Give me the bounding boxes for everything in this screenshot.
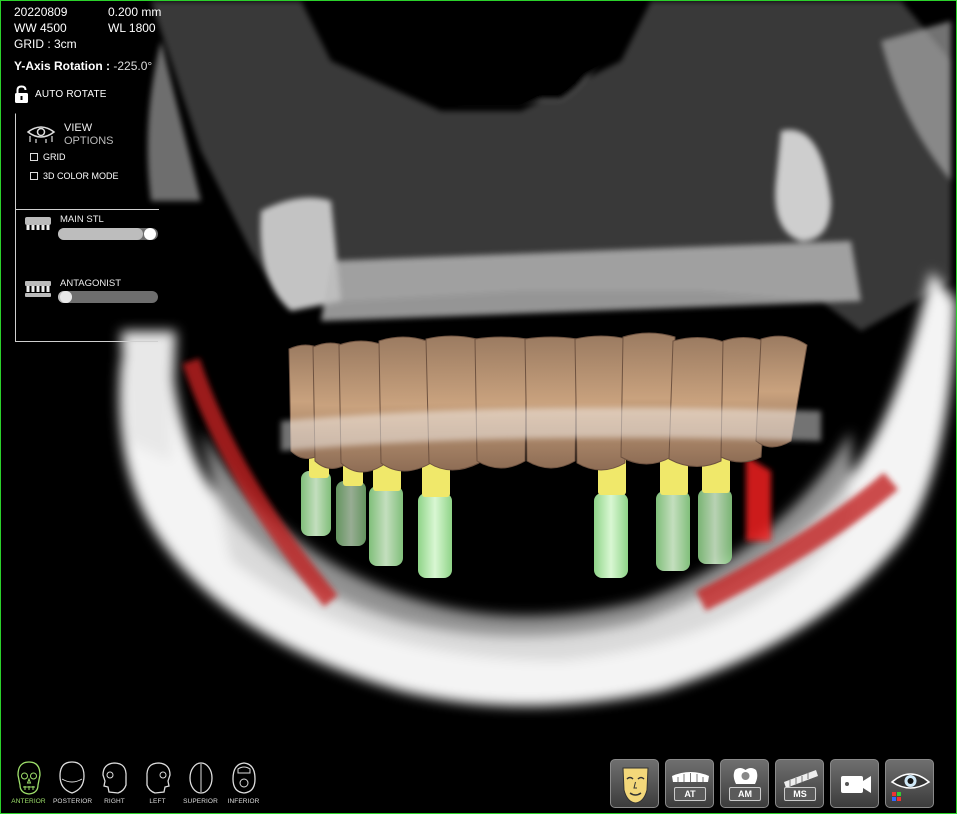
view-posterior-label: POSTERIOR (53, 798, 93, 805)
view-superior-label: SUPERIOR (183, 798, 218, 805)
lock-icon (15, 85, 28, 103)
panel-divider (16, 209, 159, 210)
skull-right-icon (101, 762, 127, 794)
view-left-label: LEFT (149, 798, 166, 805)
auto-rotate-label: AUTO ROTATE (35, 89, 107, 100)
view-anterior[interactable]: ANTERIOR (10, 759, 47, 805)
view-options-header: VIEW OPTIONS (26, 122, 114, 148)
ms-button[interactable]: MS (775, 759, 824, 808)
main-stl-opacity-knob[interactable] (144, 228, 156, 240)
antagonist-opacity-knob[interactable] (60, 291, 72, 303)
skull-back-icon (58, 761, 85, 794)
skull-left-icon (145, 762, 171, 794)
view-inferior-label: INFERIOR (227, 798, 260, 805)
face-mask-icon (622, 767, 649, 804)
view-anterior-label: ANTERIOR (11, 798, 46, 805)
3d-viewport[interactable]: 20220809 WW 4500 GRID : 3cm 0.200 mm WL … (0, 0, 957, 814)
model-icon (784, 770, 818, 788)
eye-visibility-icon (890, 773, 931, 801)
color-mode-checkbox[interactable]: 3D COLOR MODE (30, 171, 119, 181)
grid-checkbox[interactable]: GRID (30, 152, 66, 162)
video-camera-icon (841, 776, 871, 793)
view-options-title-2: OPTIONS (64, 135, 114, 147)
view-inferior[interactable]: INFERIOR (225, 759, 262, 805)
face-scan-button[interactable] (610, 759, 659, 808)
skull-front-icon (16, 761, 41, 795)
at-tag: AT (674, 787, 706, 801)
antagonist-opacity-slider[interactable] (58, 291, 158, 303)
color-mode-checkbox-box[interactable] (30, 172, 38, 180)
orientation-views: ANTERIOR POSTERIOR RIGHT LEFT SUPERIOR I… (10, 759, 262, 805)
window-level: WL 1800 (108, 21, 156, 35)
view-options-panel: VIEW OPTIONS GRID 3D COLOR MODE MAIN STL (15, 113, 159, 342)
view-right-label: RIGHT (104, 798, 125, 805)
main-stl-opacity-fill (58, 228, 143, 240)
view-superior[interactable]: SUPERIOR (182, 759, 219, 805)
auto-rotate-toggle[interactable]: AUTO ROTATE (14, 85, 107, 104)
rotation-value: -225.0° (113, 59, 153, 73)
view-right[interactable]: RIGHT (96, 759, 133, 805)
record-video-button[interactable] (830, 759, 879, 808)
ms-tag: MS (784, 787, 816, 801)
am-tag: AM (729, 787, 761, 801)
skull-bottom-icon (231, 762, 256, 794)
eye-icon (26, 126, 56, 143)
rotation-label: Y-Axis Rotation : (14, 59, 111, 73)
view-posterior[interactable]: POSTERIOR (53, 759, 93, 805)
at-button[interactable]: AT (665, 759, 714, 808)
view-left[interactable]: LEFT (139, 759, 176, 805)
grid-checkbox-box[interactable] (30, 153, 38, 161)
view-options-title-1: VIEW (64, 122, 93, 134)
skull-top-icon (188, 762, 213, 794)
main-stl-opacity-slider[interactable] (58, 228, 158, 240)
upper-arch-icon (25, 217, 51, 230)
lower-arch-icon (25, 281, 51, 297)
tooth-icon (733, 768, 758, 784)
slice-thickness: 0.200 mm (108, 5, 162, 19)
tool-bar: AT AM MS (610, 759, 934, 808)
window-width: WW 4500 (14, 21, 67, 35)
visibility-button[interactable] (885, 759, 934, 808)
grid-size: GRID : 3cm (14, 37, 77, 51)
am-button[interactable]: AM (720, 759, 769, 808)
scan-date: 20220809 (14, 5, 68, 19)
color-mode-checkbox-label: 3D COLOR MODE (43, 171, 119, 181)
rotation-readout: Y-Axis Rotation : -225.0° (14, 59, 152, 73)
grid-checkbox-label: GRID (43, 152, 66, 162)
teeth-icon (672, 772, 709, 782)
